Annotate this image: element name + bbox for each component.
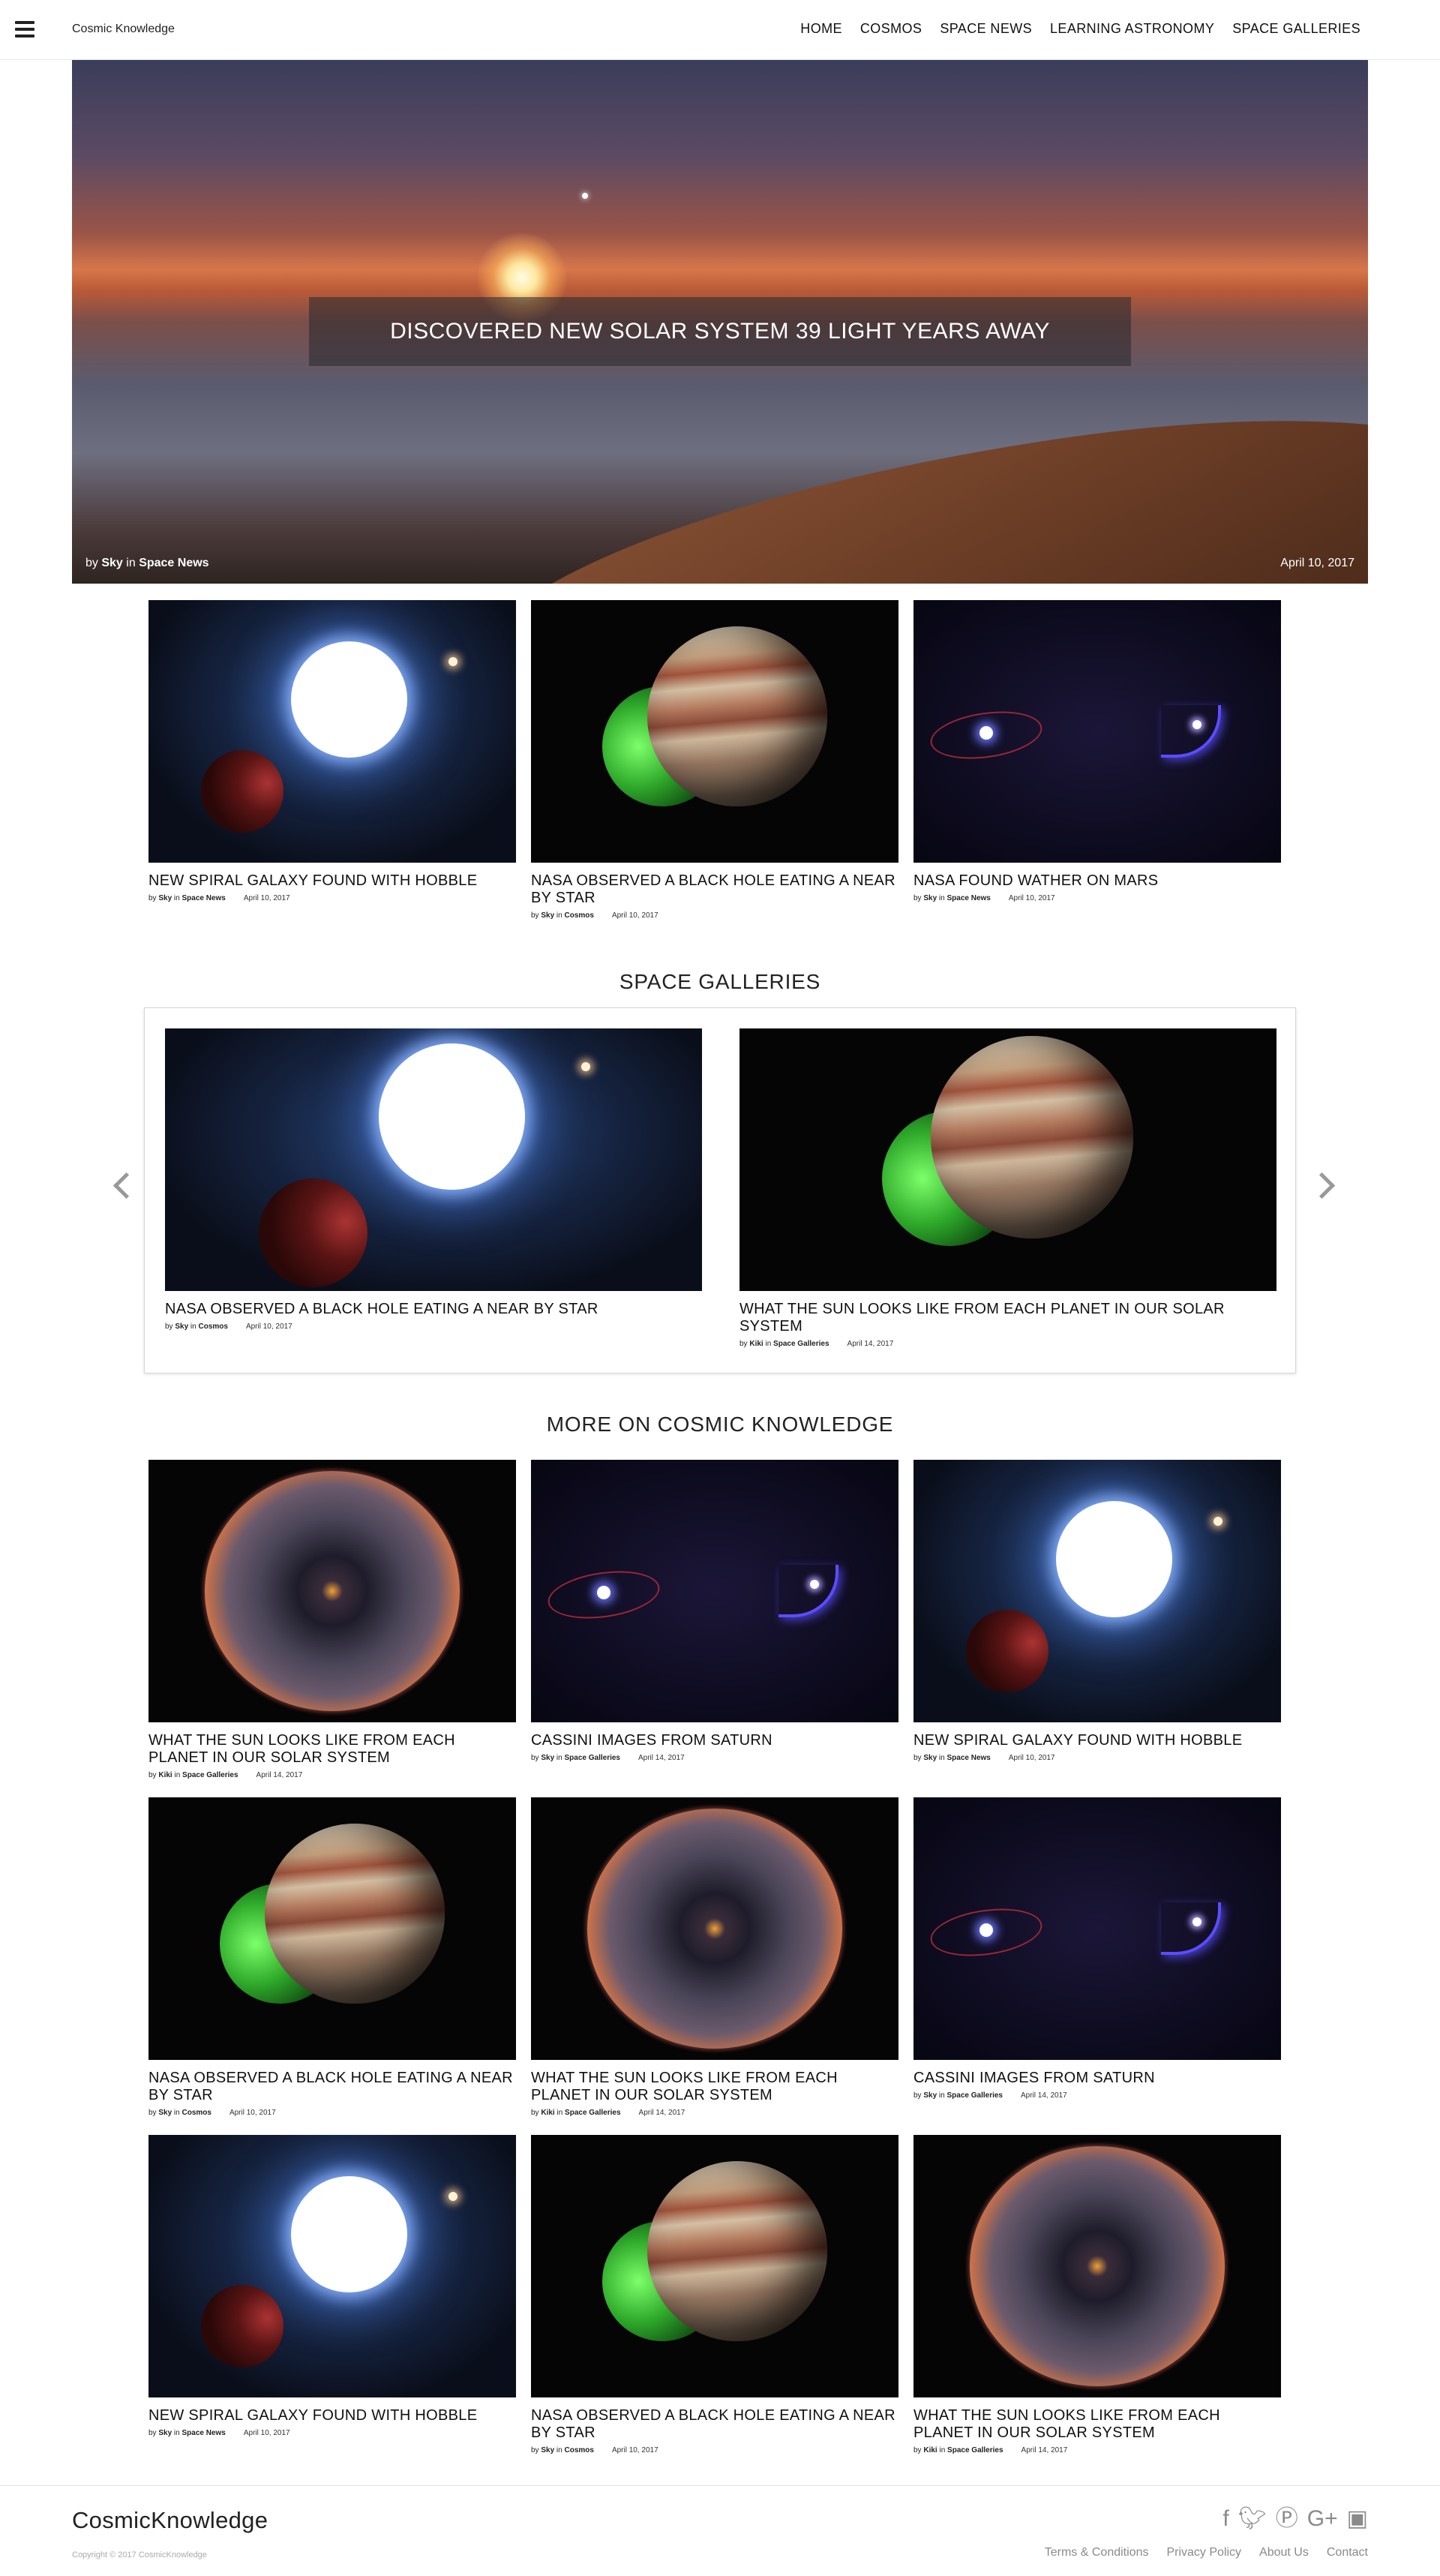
footer-link-contact[interactable]: Contact — [1327, 2546, 1368, 2559]
more-card[interactable]: CASSINI IMAGES FROM SATURN by Sky in Spa… — [531, 1460, 898, 1762]
footer-copyright: Copyright © 2017 CosmicKnowledge — [72, 2550, 207, 2559]
site-header: Cosmic Knowledge HOME COSMOS SPACE NEWS … — [0, 0, 1440, 60]
card-meta: by Sky in Space Galleries April 14, 2017 — [531, 1754, 685, 1762]
hero-star — [582, 193, 588, 199]
card-thumbnail[interactable] — [531, 1797, 898, 2060]
card-thumbnail[interactable] — [148, 1797, 516, 2060]
hero-rock — [449, 378, 1368, 584]
space-galleries-heading: SPACE GALLERIES — [619, 970, 821, 993]
footer-link-about[interactable]: About Us — [1259, 2546, 1309, 2559]
card-title[interactable]: WHAT THE SUN LOOKS LIKE FROM EACH PLANET… — [148, 1732, 516, 1767]
hero-meta: by Sky in Space News — [86, 557, 209, 569]
card-thumbnail[interactable] — [148, 2135, 516, 2397]
card-title[interactable]: NASA FOUND WATHER ON MARS — [914, 872, 1281, 890]
gallery-card[interactable]: NASA OBSERVED A BLACK HOLE EATING A NEAR… — [165, 1028, 702, 1331]
card-meta: by Sky in Cosmos April 10, 2017 — [148, 2109, 276, 2117]
nav-space-news[interactable]: SPACE NEWS — [940, 21, 1032, 37]
gallery-next-arrow[interactable] — [1312, 1170, 1335, 1200]
gallery-card-meta: by Sky in Cosmos April 10, 2017 — [165, 1323, 292, 1331]
hero-title[interactable]: DISCOVERED NEW SOLAR SYSTEM 39 LIGHT YEA… — [390, 319, 1050, 344]
more-card[interactable]: NASA OBSERVED A BLACK HOLE EATING A NEAR… — [148, 1797, 516, 2117]
site-footer: CosmicKnowledge Copyright © 2017 CosmicK… — [0, 2485, 1440, 2576]
card-thumbnail[interactable] — [531, 600, 898, 863]
nav-learning-astronomy[interactable]: LEARNING ASTRONOMY — [1050, 21, 1214, 37]
gallery-prev-arrow[interactable] — [110, 1170, 132, 1200]
card-meta: by Sky in Space News April 10, 2017 — [148, 894, 290, 902]
footer-links: Terms & Conditions Privacy Policy About … — [1045, 2546, 1368, 2559]
card-meta: by Kiki in Space Galleries April 14, 2017 — [148, 1771, 303, 1779]
instagram-icon[interactable]: ▣ — [1347, 2507, 1368, 2531]
site-brand[interactable]: Cosmic Knowledge — [72, 23, 175, 36]
card-title[interactable]: NEW SPIRAL GALAXY FOUND WITH HOBBLE — [148, 2407, 516, 2424]
google-plus-icon[interactable]: G+ — [1307, 2507, 1338, 2531]
card-title[interactable]: NASA OBSERVED A BLACK HOLE EATING A NEAR… — [148, 2070, 516, 2104]
card-thumbnail[interactable] — [914, 1797, 1281, 2060]
nav-home[interactable]: HOME — [800, 21, 842, 37]
card-meta: by Sky in Cosmos April 10, 2017 — [531, 911, 658, 920]
gallery-card-meta: by Kiki in Space Galleries April 14, 2017 — [740, 1340, 894, 1348]
more-heading: MORE ON COSMIC KNOWLEDGE — [546, 1413, 894, 1436]
nav-space-galleries[interactable]: SPACE GALLERIES — [1232, 21, 1360, 37]
card-thumbnail[interactable] — [148, 600, 516, 863]
card-meta: by Sky in Space Galleries April 14, 2017 — [914, 2091, 1067, 2100]
gallery-card-title[interactable]: NASA OBSERVED A BLACK HOLE EATING A NEAR… — [165, 1301, 702, 1318]
more-card[interactable]: NEW SPIRAL GALAXY FOUND WITH HOBBLE by S… — [914, 1460, 1281, 1762]
gallery-thumbnail[interactable] — [740, 1028, 1276, 1291]
featured-card[interactable]: NASA OBSERVED A BLACK HOLE EATING A NEAR… — [531, 600, 898, 920]
nav-cosmos[interactable]: COSMOS — [860, 21, 922, 37]
hero-banner[interactable]: DISCOVERED NEW SOLAR SYSTEM 39 LIGHT YEA… — [72, 60, 1368, 584]
card-title[interactable]: WHAT THE SUN LOOKS LIKE FROM EACH PLANET… — [531, 2070, 898, 2104]
card-title[interactable]: NASA OBSERVED A BLACK HOLE EATING A NEAR… — [531, 2407, 898, 2442]
more-card[interactable]: NEW SPIRAL GALAXY FOUND WITH HOBBLE by S… — [148, 2135, 516, 2437]
card-thumbnail[interactable] — [914, 1460, 1281, 1722]
featured-card[interactable]: NASA FOUND WATHER ON MARS by Sky in Spac… — [914, 600, 1281, 902]
pinterest-icon[interactable]: Ⓟ — [1276, 2507, 1298, 2531]
more-card[interactable]: WHAT THE SUN LOOKS LIKE FROM EACH PLANET… — [531, 1797, 898, 2117]
footer-link-privacy[interactable]: Privacy Policy — [1166, 2546, 1241, 2559]
facebook-icon[interactable]: f — [1222, 2507, 1228, 2531]
card-title[interactable]: CASSINI IMAGES FROM SATURN — [531, 1732, 898, 1749]
card-meta: by Sky in Space News April 10, 2017 — [148, 2429, 290, 2437]
hero-title-box: DISCOVERED NEW SOLAR SYSTEM 39 LIGHT YEA… — [309, 297, 1131, 366]
card-thumbnail[interactable] — [914, 2135, 1281, 2397]
card-meta: by Kiki in Space Galleries April 14, 2017 — [531, 2109, 686, 2117]
card-meta: by Sky in Space News April 10, 2017 — [914, 1754, 1055, 1762]
card-thumbnail[interactable] — [531, 2135, 898, 2397]
featured-card[interactable]: NEW SPIRAL GALAXY FOUND WITH HOBBLE by S… — [148, 600, 516, 902]
card-title[interactable]: NASA OBSERVED A BLACK HOLE EATING A NEAR… — [531, 872, 898, 907]
footer-link-terms[interactable]: Terms & Conditions — [1045, 2546, 1149, 2559]
more-card[interactable]: NASA OBSERVED A BLACK HOLE EATING A NEAR… — [531, 2135, 898, 2454]
card-meta: by Kiki in Space Galleries April 14, 2017 — [914, 2446, 1068, 2454]
card-thumbnail[interactable] — [148, 1460, 516, 1722]
hero-author[interactable]: Sky — [101, 557, 122, 569]
gallery-carousel: NASA OBSERVED A BLACK HOLE EATING A NEAR… — [144, 1007, 1296, 1374]
card-title[interactable]: WHAT THE SUN LOOKS LIKE FROM EACH PLANET… — [914, 2407, 1281, 2442]
gallery-card[interactable]: WHAT THE SUN LOOKS LIKE FROM EACH PLANET… — [740, 1028, 1276, 1348]
hero-date: April 10, 2017 — [1280, 557, 1354, 569]
card-title[interactable]: NEW SPIRAL GALAXY FOUND WITH HOBBLE — [914, 1732, 1281, 1749]
menu-icon[interactable] — [15, 21, 36, 39]
card-meta: by Sky in Space News April 10, 2017 — [914, 894, 1055, 902]
more-card[interactable]: CASSINI IMAGES FROM SATURN by Sky in Spa… — [914, 1797, 1281, 2100]
footer-logo[interactable]: CosmicKnowledge — [72, 2507, 268, 2534]
main-nav: HOME COSMOS SPACE NEWS LEARNING ASTRONOM… — [800, 21, 1360, 37]
twitter-icon[interactable]: 🐦︎ — [1238, 2507, 1267, 2531]
card-thumbnail[interactable] — [914, 600, 1281, 863]
more-card[interactable]: WHAT THE SUN LOOKS LIKE FROM EACH PLANET… — [148, 1460, 516, 1779]
hero-category[interactable]: Space News — [139, 557, 208, 569]
card-title[interactable]: CASSINI IMAGES FROM SATURN — [914, 2070, 1281, 2087]
gallery-thumbnail[interactable] — [165, 1028, 702, 1291]
gallery-card-title[interactable]: WHAT THE SUN LOOKS LIKE FROM EACH PLANET… — [740, 1301, 1276, 1335]
card-meta: by Sky in Cosmos April 10, 2017 — [531, 2446, 658, 2454]
more-card[interactable]: WHAT THE SUN LOOKS LIKE FROM EACH PLANET… — [914, 2135, 1281, 2454]
card-thumbnail[interactable] — [531, 1460, 898, 1722]
social-links: f 🐦︎ Ⓟ G+ ▣ — [1222, 2507, 1368, 2531]
card-title[interactable]: NEW SPIRAL GALAXY FOUND WITH HOBBLE — [148, 872, 516, 890]
